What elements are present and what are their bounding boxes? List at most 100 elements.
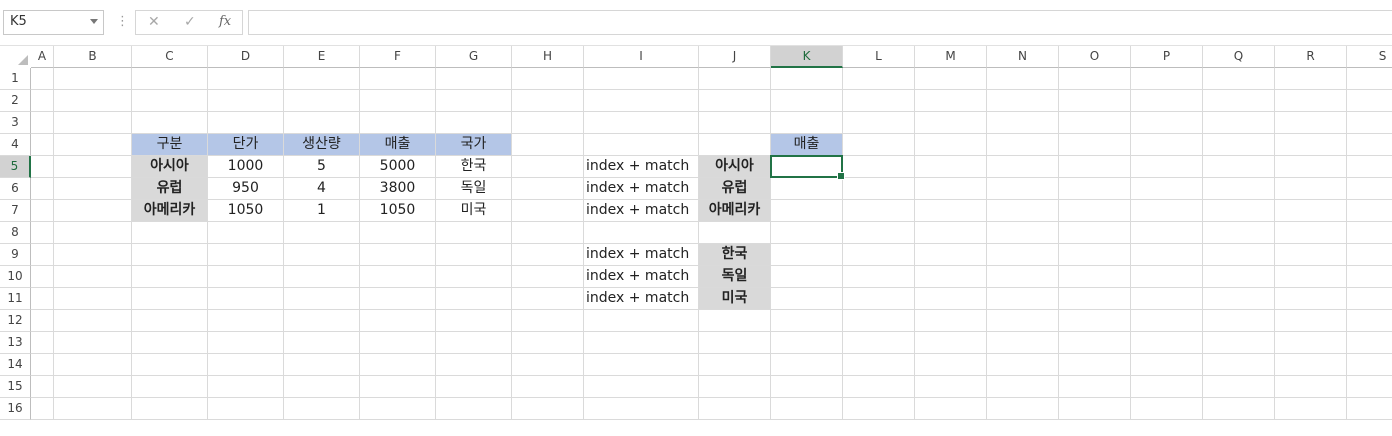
cell-k13[interactable] [771, 332, 843, 354]
cell-d2[interactable] [208, 90, 284, 112]
cell-c6[interactable]: 유럽 [132, 178, 208, 200]
cell-m8[interactable] [915, 222, 987, 244]
cell-n6[interactable] [987, 178, 1059, 200]
cell-a12[interactable] [31, 310, 54, 332]
cell-s4[interactable] [1347, 134, 1392, 156]
cell-q9[interactable] [1203, 244, 1275, 266]
cell-c5[interactable]: 아시아 [132, 156, 208, 178]
cell-k6[interactable] [771, 178, 843, 200]
cell-q1[interactable] [1203, 68, 1275, 90]
row-header-13[interactable]: 13 [0, 332, 31, 354]
cell-r4[interactable] [1275, 134, 1347, 156]
cell-o4[interactable] [1059, 134, 1131, 156]
cell-r12[interactable] [1275, 310, 1347, 332]
cell-s12[interactable] [1347, 310, 1392, 332]
cell-o11[interactable] [1059, 288, 1131, 310]
cell-j2[interactable] [699, 90, 771, 112]
row-header-15[interactable]: 15 [0, 376, 31, 398]
cell-i7[interactable]: index + match [584, 200, 699, 222]
cell-f1[interactable] [360, 68, 436, 90]
cell-i16[interactable] [584, 398, 699, 420]
cell-s11[interactable] [1347, 288, 1392, 310]
cell-r14[interactable] [1275, 354, 1347, 376]
cell-s6[interactable] [1347, 178, 1392, 200]
cell-a8[interactable] [31, 222, 54, 244]
row-header-9[interactable]: 9 [0, 244, 31, 266]
cell-l5[interactable] [843, 156, 915, 178]
cell-o1[interactable] [1059, 68, 1131, 90]
cell-l7[interactable] [843, 200, 915, 222]
cell-a9[interactable] [31, 244, 54, 266]
cell-m16[interactable] [915, 398, 987, 420]
cell-e12[interactable] [284, 310, 360, 332]
select-all-button[interactable] [0, 46, 31, 68]
cell-s3[interactable] [1347, 112, 1392, 134]
cell-h8[interactable] [512, 222, 584, 244]
cell-c16[interactable] [132, 398, 208, 420]
cell-h15[interactable] [512, 376, 584, 398]
cell-q3[interactable] [1203, 112, 1275, 134]
cell-e5[interactable]: 5 [284, 156, 360, 178]
cell-m12[interactable] [915, 310, 987, 332]
cell-n13[interactable] [987, 332, 1059, 354]
cell-f8[interactable] [360, 222, 436, 244]
cell-l14[interactable] [843, 354, 915, 376]
column-header-j[interactable]: J [699, 46, 771, 68]
cell-g10[interactable] [436, 266, 512, 288]
cell-h3[interactable] [512, 112, 584, 134]
cell-p4[interactable] [1131, 134, 1203, 156]
column-header-c[interactable]: C [132, 46, 208, 68]
cell-p3[interactable] [1131, 112, 1203, 134]
cell-b6[interactable] [54, 178, 132, 200]
spreadsheet-grid[interactable]: A B C D E F G H I J K L M N O P Q R S 1 2 3 4 구분 단가 생산량 매출 국가 매출 5 아시아… [0, 46, 1392, 436]
column-header-h[interactable]: H [512, 46, 584, 68]
cell-g13[interactable] [436, 332, 512, 354]
cell-k1[interactable] [771, 68, 843, 90]
cell-g11[interactable] [436, 288, 512, 310]
cell-i14[interactable] [584, 354, 699, 376]
cell-p6[interactable] [1131, 178, 1203, 200]
cell-s7[interactable] [1347, 200, 1392, 222]
cell-a1[interactable] [31, 68, 54, 90]
cell-e15[interactable] [284, 376, 360, 398]
column-header-p[interactable]: P [1131, 46, 1203, 68]
cell-l3[interactable] [843, 112, 915, 134]
cell-d1[interactable] [208, 68, 284, 90]
cell-g8[interactable] [436, 222, 512, 244]
cell-d9[interactable] [208, 244, 284, 266]
cell-b14[interactable] [54, 354, 132, 376]
cell-n1[interactable] [987, 68, 1059, 90]
column-header-i[interactable]: I [584, 46, 699, 68]
cell-d4[interactable]: 단가 [208, 134, 284, 156]
cell-a7[interactable] [31, 200, 54, 222]
cell-i12[interactable] [584, 310, 699, 332]
cell-f4[interactable]: 매출 [360, 134, 436, 156]
cell-q10[interactable] [1203, 266, 1275, 288]
cell-p8[interactable] [1131, 222, 1203, 244]
cell-j10[interactable]: 독일 [699, 266, 771, 288]
cell-p10[interactable] [1131, 266, 1203, 288]
cell-d10[interactable] [208, 266, 284, 288]
cell-k8[interactable] [771, 222, 843, 244]
cell-n3[interactable] [987, 112, 1059, 134]
cell-p1[interactable] [1131, 68, 1203, 90]
cell-c4[interactable]: 구분 [132, 134, 208, 156]
cell-e8[interactable] [284, 222, 360, 244]
cell-i10[interactable]: index + match [584, 266, 699, 288]
cell-l2[interactable] [843, 90, 915, 112]
cell-n4[interactable] [987, 134, 1059, 156]
cell-f5[interactable]: 5000 [360, 156, 436, 178]
cell-d13[interactable] [208, 332, 284, 354]
cell-r3[interactable] [1275, 112, 1347, 134]
cell-a6[interactable] [31, 178, 54, 200]
cell-b12[interactable] [54, 310, 132, 332]
cell-c10[interactable] [132, 266, 208, 288]
cell-j5[interactable]: 아시아 [699, 156, 771, 178]
row-header-2[interactable]: 2 [0, 90, 31, 112]
cell-k2[interactable] [771, 90, 843, 112]
cell-c9[interactable] [132, 244, 208, 266]
row-header-12[interactable]: 12 [0, 310, 31, 332]
cell-e4[interactable]: 생산량 [284, 134, 360, 156]
cell-l13[interactable] [843, 332, 915, 354]
cell-g4[interactable]: 국가 [436, 134, 512, 156]
